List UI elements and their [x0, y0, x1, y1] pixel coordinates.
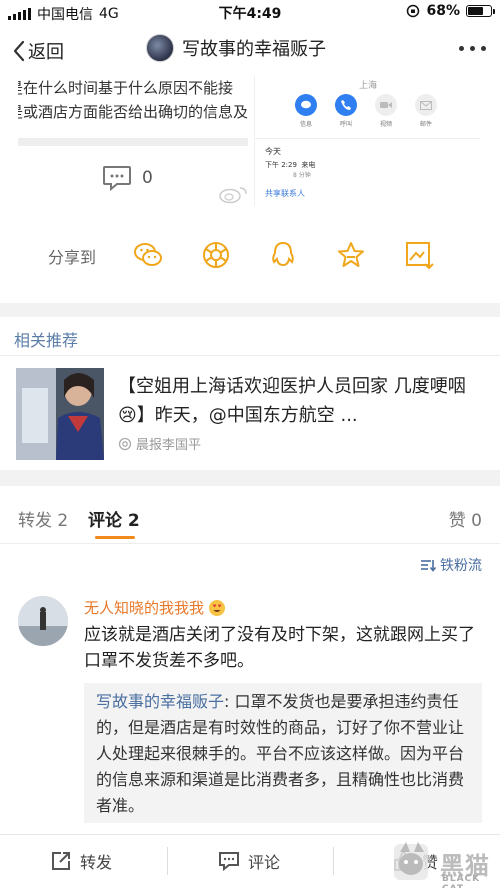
post-image-text[interactable]: 是在什么时间基于什么原因不能接 是或酒店方面能否给出确切的信息及	[18, 76, 248, 146]
comment-button[interactable]: 评论	[218, 849, 280, 873]
commenter-name[interactable]: 无人知晓的我我我	[84, 597, 226, 618]
page-title[interactable]: 写故事的幸福贩子	[146, 34, 326, 62]
call-action-label: 呼叫	[339, 121, 352, 128]
status-right: 68%	[406, 3, 495, 19]
wechat-icon[interactable]	[133, 240, 163, 270]
at-icon	[118, 437, 132, 450]
watermark-subtext: BLACK CAT	[442, 874, 481, 888]
share-label: 分享到	[48, 248, 97, 267]
mail-icon	[415, 94, 437, 116]
related-header: 相关推荐	[14, 331, 79, 350]
page-title-text: 写故事的幸福贩子	[182, 39, 326, 60]
weibo-watermark-icon	[219, 187, 247, 204]
comment-label: 评论	[248, 853, 281, 872]
video-action-label: 视频	[379, 121, 392, 128]
moments-icon[interactable]	[201, 240, 231, 270]
back-button[interactable]: 返回	[12, 38, 64, 64]
related-card[interactable]: 【空姐用上海话欢迎医护人员回家 几度哽咽😢】昨天，@中国东方航空 ... 晨报李…	[0, 364, 500, 464]
interaction-tabs: 转发 2 评论 2 赞 0	[0, 500, 500, 544]
tab-comment[interactable]: 评论 2	[88, 506, 140, 531]
section-divider	[0, 303, 500, 317]
share-row: 分享到	[0, 236, 500, 276]
qq-icon[interactable]	[268, 240, 298, 270]
contact-city: 上海	[359, 81, 378, 91]
repost-icon	[52, 852, 70, 870]
more-options-icon[interactable]	[459, 46, 486, 51]
related-author-name: 晨报李国平	[136, 438, 202, 453]
sort-label: 铁粉流	[440, 558, 482, 574]
post-images: 是在什么时间基于什么原因不能接 是或酒店方面能否给出确切的信息及 上海 信息 呼…	[0, 76, 500, 206]
related-divider	[0, 355, 500, 356]
repost-label: 转发	[80, 853, 113, 872]
comment-icon	[219, 852, 239, 871]
back-label: 返回	[28, 42, 64, 63]
video-action: 视频	[375, 94, 397, 128]
call-action: 呼叫	[335, 94, 357, 128]
reply-box[interactable]: 写故事的幸福贩子: 口罩不发货也是要承担违约责任的，但是酒店是有时效性的商品，订…	[84, 683, 482, 823]
contact-divider	[255, 138, 480, 139]
favorite-icon[interactable]	[336, 240, 366, 270]
call-log-entry: 下午 2:29 来电	[265, 160, 315, 170]
battery-icon	[466, 5, 495, 17]
tab-like[interactable]: 赞 0	[449, 506, 482, 531]
mail-action: 邮件	[415, 94, 437, 128]
author-avatar[interactable]	[146, 34, 174, 62]
image-text-line-2: 是或酒店方面能否给出确切的信息及	[18, 103, 248, 121]
comment-text: 应该就是酒店关闭了没有及时下架，这就跟网上买了口罩不发货差不多吧。	[84, 625, 475, 671]
call-type: 来电	[301, 161, 316, 169]
post-comment-count[interactable]: 0	[102, 165, 153, 191]
phone-icon	[335, 94, 357, 116]
orientation-lock-icon	[407, 4, 420, 18]
image-text-line-1: 是在什么时间基于什么原因不能接	[18, 79, 234, 97]
nav-bar: 返回 写故事的幸福贩子	[0, 28, 500, 74]
contact-actions: 信息 呼叫 视频 邮件	[295, 94, 437, 128]
mail-action-label: 邮件	[419, 121, 432, 128]
call-duration: 8 分钟	[293, 172, 311, 179]
commenter-avatar[interactable]	[18, 596, 68, 646]
call-time: 下午 2:29	[265, 161, 297, 169]
message-action-label: 信息	[299, 121, 312, 128]
message-icon	[295, 94, 317, 116]
chevron-left-icon	[13, 40, 25, 62]
call-log-day: 今天	[265, 147, 281, 156]
related-title: 【空姐用上海话欢迎医护人员回家 几度哽咽😢】昨天，@中国东方航空 ...	[118, 376, 466, 426]
bottom-separator	[333, 847, 334, 875]
active-tab-indicator	[95, 536, 135, 539]
comment-count-value: 0	[142, 168, 153, 188]
commenter-name-text: 无人知晓的我我我	[84, 599, 205, 617]
sort-button[interactable]: 铁粉流	[420, 555, 482, 575]
reply-author[interactable]: 写故事的幸福贩子	[96, 692, 224, 711]
battery-percent: 68%	[426, 3, 460, 19]
related-author: 晨报李国平	[118, 434, 201, 453]
heart-eyes-emoji-icon	[209, 599, 226, 616]
video-icon	[375, 94, 397, 116]
tab-repost[interactable]: 转发 2	[18, 506, 68, 531]
section-divider-2	[0, 470, 500, 486]
comment-icon	[103, 166, 131, 191]
repost-button[interactable]: 转发	[50, 849, 112, 873]
image-divider	[18, 138, 248, 146]
save-image-icon[interactable]	[404, 240, 434, 270]
battery-fill	[468, 7, 483, 15]
sort-icon	[421, 560, 436, 572]
share-contact-link: 共享联系人	[265, 189, 305, 198]
message-action: 信息	[295, 94, 317, 128]
related-thumbnail	[16, 368, 104, 460]
status-bar: 中国电信 4G 下午4:49 68%	[0, 0, 500, 24]
post-image-contact[interactable]: 上海 信息 呼叫 视频 邮件 今天 下午 2:29 来电 8 分钟 共享联系人	[254, 76, 480, 206]
bottom-separator	[167, 847, 168, 875]
